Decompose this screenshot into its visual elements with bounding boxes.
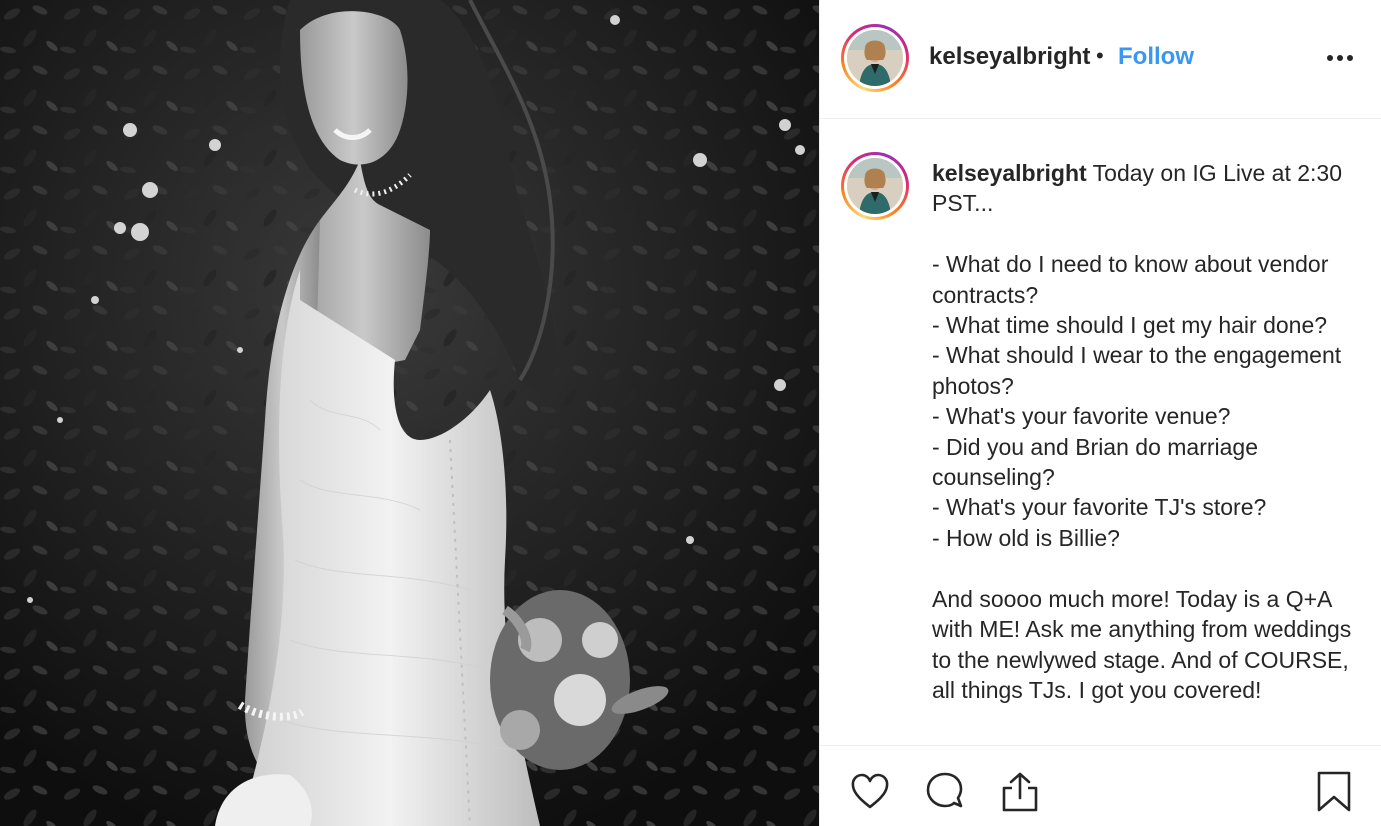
header-separator-dot: •	[1096, 43, 1104, 68]
instagram-post: kelseyalbright • Follow kelseyalbright T…	[0, 0, 1381, 826]
bookmark-icon[interactable]	[1312, 770, 1356, 814]
header-username[interactable]: kelseyalbright	[929, 43, 1090, 71]
post-header: kelseyalbright • Follow	[820, 0, 1381, 119]
caption-section: kelseyalbright Today on IG Live at 2:30 …	[820, 120, 1381, 745]
post-photo[interactable]	[0, 0, 819, 826]
follow-button[interactable]: Follow	[1118, 43, 1194, 71]
caption-body: Today on IG Live at 2:30 PST... - What d…	[932, 160, 1352, 703]
comment-icon[interactable]	[923, 770, 967, 814]
header-avatar-story-ring[interactable]	[841, 24, 909, 92]
bride-photo-illustration	[0, 0, 819, 826]
caption-username[interactable]: kelseyalbright	[932, 160, 1087, 186]
avatar	[847, 30, 903, 86]
post-side-panel: kelseyalbright • Follow kelseyalbright T…	[819, 0, 1381, 826]
caption-text: kelseyalbright Today on IG Live at 2:30 …	[932, 158, 1372, 705]
action-bar	[820, 745, 1381, 826]
more-options-icon[interactable]	[1320, 40, 1360, 76]
caption-avatar-story-ring[interactable]	[841, 152, 909, 220]
heart-icon[interactable]	[848, 770, 892, 814]
avatar	[847, 158, 903, 214]
share-icon[interactable]	[998, 770, 1042, 814]
